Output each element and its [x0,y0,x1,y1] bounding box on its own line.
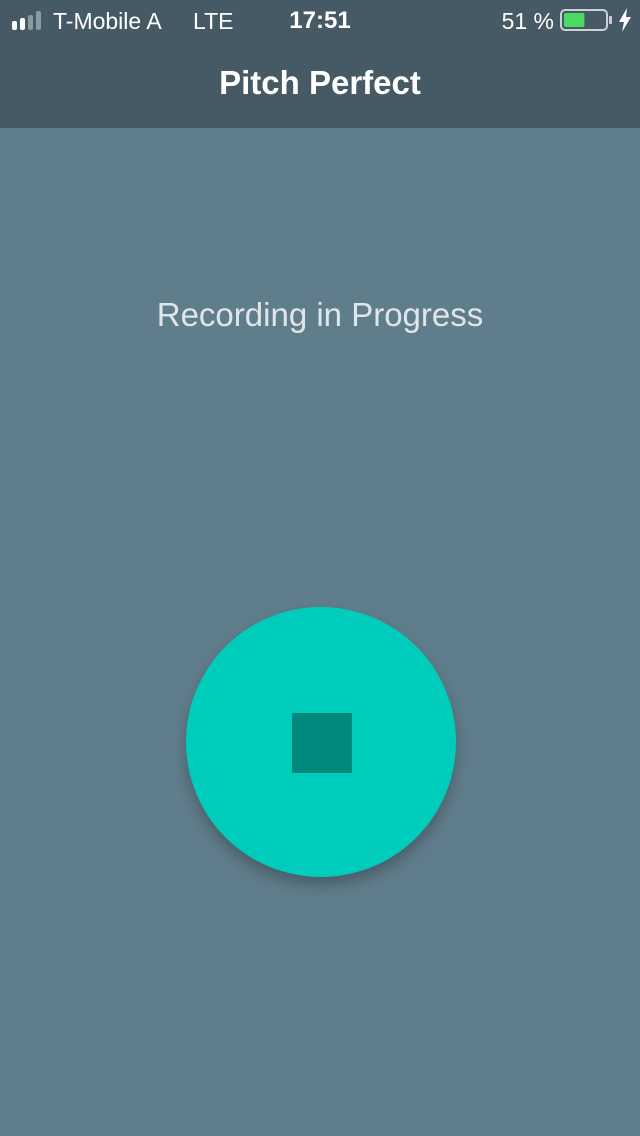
stop-icon [292,713,352,773]
battery-percentage: 51 % [501,8,554,34]
navigation-bar: T-Mobile A LTE 17:51 51 % Pitch Perfect [0,0,640,128]
app-screen: T-Mobile A LTE 17:51 51 % Pitch Perfect … [0,0,640,1136]
page-title: Pitch Perfect [219,64,421,101]
recording-status-label: Recording in Progress [156,296,484,333]
stop-recording-button[interactable] [186,607,456,877]
charging-bolt-icon [619,8,631,32]
status-bar: T-Mobile A LTE 17:51 51 % [0,0,640,40]
battery-icon [560,9,612,31]
